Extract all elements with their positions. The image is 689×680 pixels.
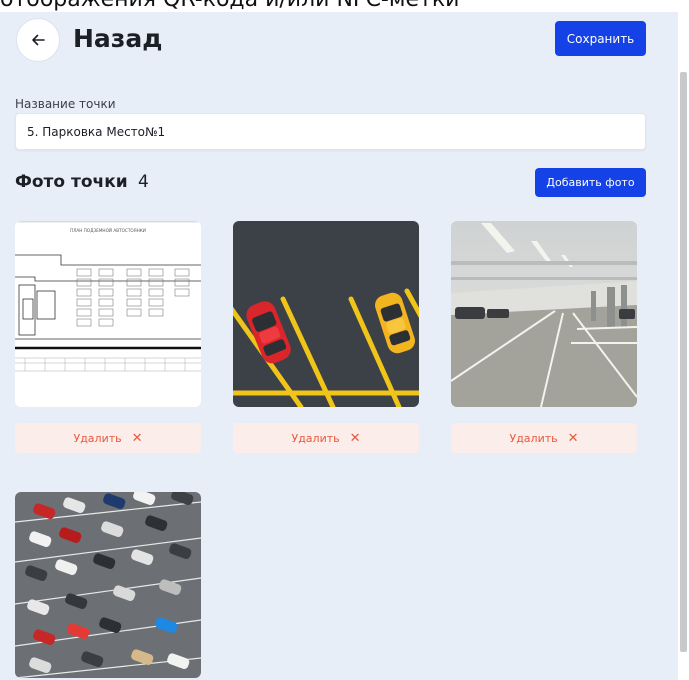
delete-photo-button[interactable]: Удалить ✕	[15, 423, 201, 453]
delete-label: Удалить	[73, 431, 122, 445]
back-button[interactable]	[16, 18, 60, 62]
photo-underground-garage[interactable]	[451, 221, 637, 407]
page-title: Назад	[73, 24, 163, 53]
plan-caption: ПЛАН ПОДЗЕМНОЙ АВТОСТОЯНКИ	[70, 228, 146, 233]
close-icon: ✕	[567, 430, 579, 446]
close-icon: ✕	[131, 430, 143, 446]
cropped-top-text: отображения QR-кода и/или NFC-метки	[0, 0, 689, 12]
photo-parking-spaces[interactable]	[233, 221, 419, 407]
parking-spaces-image	[233, 221, 419, 407]
save-button[interactable]: Сохранить	[555, 21, 646, 56]
photos-count: 4	[138, 172, 149, 192]
close-icon: ✕	[349, 430, 361, 446]
scrollbar-thumb[interactable]	[680, 72, 687, 652]
underground-garage-image	[451, 221, 637, 407]
photo-parking-plan[interactable]: ПЛАН ПОДЗЕМНОЙ АВТОСТОЯНКИ	[15, 221, 201, 407]
arrow-left-icon	[32, 34, 45, 46]
delete-photo-button[interactable]: Удалить ✕	[233, 423, 419, 453]
photos-section-title: Фото точки	[15, 172, 128, 192]
delete-label: Удалить	[291, 431, 340, 445]
add-photo-button[interactable]: Добавить фото	[535, 168, 646, 197]
point-name-input[interactable]	[15, 113, 646, 150]
parking-lot-aerial-image	[15, 492, 201, 678]
scrollbar[interactable]	[678, 12, 689, 680]
delete-label: Удалить	[509, 431, 558, 445]
delete-photo-button[interactable]: Удалить ✕	[451, 423, 637, 453]
photo-parking-lot-aerial[interactable]	[15, 492, 201, 678]
name-field-label: Название точки	[15, 97, 116, 111]
parking-plan-image: ПЛАН ПОДЗЕМНОЙ АВТОСТОЯНКИ	[15, 221, 201, 407]
